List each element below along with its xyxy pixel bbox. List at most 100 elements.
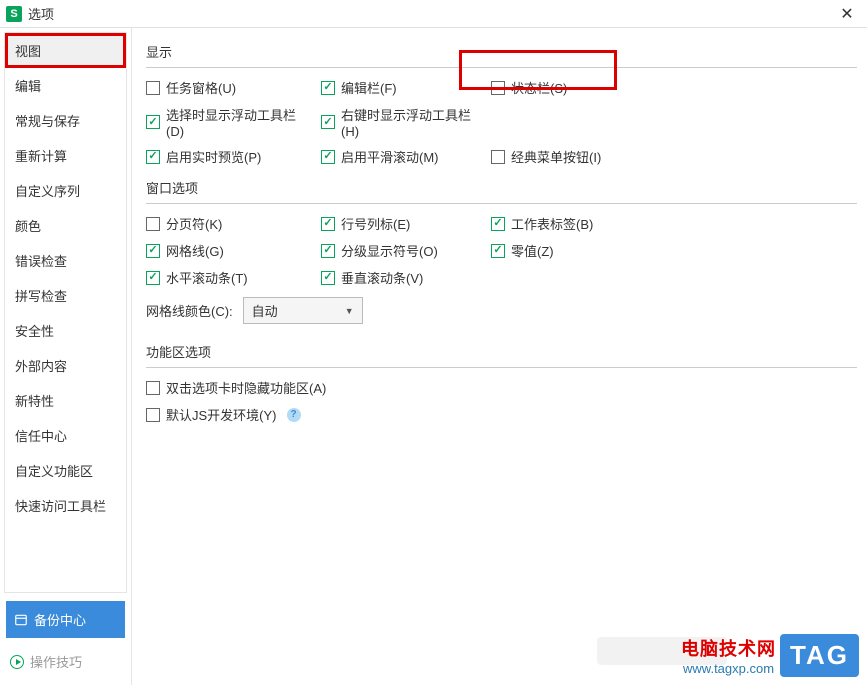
sheet-tabs-checkbox[interactable] — [491, 217, 505, 231]
row-col-headers-checkbox[interactable] — [321, 217, 335, 231]
live-preview-checkbox[interactable] — [146, 150, 160, 164]
outline-symbols-option: 分级显示符号(O) — [321, 241, 481, 260]
classic-menu-label: 经典菜单按钮(I) — [511, 147, 601, 166]
hide-ribbon-option: 双击选项卡时隐藏功能区(A) — [146, 378, 326, 397]
close-icon[interactable]: ✕ — [833, 0, 861, 28]
help-icon[interactable]: ? — [287, 408, 301, 422]
sheet-tabs-option: 工作表标签(B) — [491, 214, 641, 233]
js-dev-option: 默认JS开发环境(Y) ? — [146, 405, 301, 424]
watermark-url: www.tagxp.com — [681, 661, 776, 676]
float-toolbar-rclick-checkbox[interactable] — [321, 115, 335, 129]
grid-color-row: 网格线颜色(C): 自动 ▼ — [146, 297, 857, 324]
live-preview-label: 启用实时预览(P) — [166, 147, 261, 166]
status-bar-option: 状态栏(S) — [491, 78, 641, 97]
float-toolbar-select-checkbox[interactable] — [146, 115, 160, 129]
section-window-title: 窗口选项 — [146, 174, 857, 204]
display-row-3: 启用实时预览(P) 启用平滑滚动(M) 经典菜单按钮(I) — [146, 147, 857, 166]
gridlines-option: 网格线(G) — [146, 241, 311, 260]
outline-symbols-checkbox[interactable] — [321, 244, 335, 258]
row-col-headers-label: 行号列标(E) — [341, 214, 410, 233]
grid-color-value: 自动 — [252, 301, 278, 320]
outline-symbols-label: 分级显示符号(O) — [341, 241, 438, 260]
sidebar-item-error-check[interactable]: 错误检查 — [5, 243, 126, 278]
sidebar-item-recalc[interactable]: 重新计算 — [5, 138, 126, 173]
tips-link[interactable]: 操作技巧 — [4, 646, 127, 681]
sidebar-item-general-save[interactable]: 常规与保存 — [5, 103, 126, 138]
row-col-headers-option: 行号列标(E) — [321, 214, 481, 233]
page-break-option: 分页符(K) — [146, 214, 311, 233]
sidebar-item-custom-series[interactable]: 自定义序列 — [5, 173, 126, 208]
hide-ribbon-label: 双击选项卡时隐藏功能区(A) — [166, 378, 326, 397]
window-row-1: 分页符(K) 行号列标(E) 工作表标签(B) — [146, 214, 857, 233]
float-toolbar-select-option: 选择时显示浮动工具栏(D) — [146, 105, 311, 139]
watermark-tag: TAG — [780, 634, 859, 677]
sidebar-item-external[interactable]: 外部内容 — [5, 348, 126, 383]
content-panel: 显示 任务窗格(U) 编辑栏(F) 状态栏(S) 选择时显示浮动工具栏(D) — [132, 28, 867, 685]
smooth-scroll-option: 启用平滑滚动(M) — [321, 147, 481, 166]
float-toolbar-select-label: 选择时显示浮动工具栏(D) — [166, 105, 311, 139]
hscroll-option: 水平滚动条(T) — [146, 268, 311, 287]
sidebar-item-custom-ribbon[interactable]: 自定义功能区 — [5, 453, 126, 488]
float-toolbar-rclick-label: 右键时显示浮动工具栏(H) — [341, 105, 481, 139]
window-row-2: 网格线(G) 分级显示符号(O) 零值(Z) — [146, 241, 857, 260]
vscroll-label: 垂直滚动条(V) — [341, 268, 423, 287]
sidebar-item-spell-check[interactable]: 拼写检查 — [5, 278, 126, 313]
sidebar-item-quick-access[interactable]: 快速访问工具栏 — [5, 488, 126, 523]
sidebar-item-color[interactable]: 颜色 — [5, 208, 126, 243]
smooth-scroll-checkbox[interactable] — [321, 150, 335, 164]
gridlines-label: 网格线(G) — [166, 241, 224, 260]
watermark: 电脑技术网 www.tagxp.com TAG — [681, 634, 859, 677]
task-pane-label: 任务窗格(U) — [166, 78, 236, 97]
smooth-scroll-label: 启用平滑滚动(M) — [341, 147, 439, 166]
display-row-2: 选择时显示浮动工具栏(D) 右键时显示浮动工具栏(H) — [146, 105, 857, 139]
sidebar-item-security[interactable]: 安全性 — [5, 313, 126, 348]
main: 视图 编辑 常规与保存 重新计算 自定义序列 颜色 错误检查 拼写检查 安全性 … — [0, 28, 867, 685]
window-row-3: 水平滚动条(T) 垂直滚动条(V) — [146, 268, 857, 287]
gridlines-checkbox[interactable] — [146, 244, 160, 258]
sheet-tabs-label: 工作表标签(B) — [511, 214, 593, 233]
sidebar-item-view[interactable]: 视图 — [5, 33, 126, 68]
status-bar-checkbox[interactable] — [491, 81, 505, 95]
page-break-label: 分页符(K) — [166, 214, 222, 233]
backup-icon — [14, 613, 28, 627]
grid-color-dropdown[interactable]: 自动 ▼ — [243, 297, 363, 324]
tips-label: 操作技巧 — [30, 652, 82, 671]
zero-values-option: 零值(Z) — [491, 241, 641, 260]
section-display-title: 显示 — [146, 38, 857, 68]
js-dev-label: 默认JS开发环境(Y) — [166, 405, 277, 424]
chevron-down-icon: ▼ — [345, 306, 354, 316]
zero-values-label: 零值(Z) — [511, 241, 554, 260]
vscroll-checkbox[interactable] — [321, 271, 335, 285]
sidebar-item-new-features[interactable]: 新特性 — [5, 383, 126, 418]
zero-values-checkbox[interactable] — [491, 244, 505, 258]
formula-bar-label: 编辑栏(F) — [341, 78, 397, 97]
sidebar: 视图 编辑 常规与保存 重新计算 自定义序列 颜色 错误检查 拼写检查 安全性 … — [0, 28, 132, 685]
hide-ribbon-checkbox[interactable] — [146, 381, 160, 395]
task-pane-checkbox[interactable] — [146, 81, 160, 95]
window-title: 选项 — [28, 4, 833, 23]
sidebar-item-edit[interactable]: 编辑 — [5, 68, 126, 103]
js-dev-checkbox[interactable] — [146, 408, 160, 422]
titlebar: S 选项 ✕ — [0, 0, 867, 28]
task-pane-option: 任务窗格(U) — [146, 78, 311, 97]
ribbon-row-1: 双击选项卡时隐藏功能区(A) — [146, 378, 857, 397]
watermark-text: 电脑技术网 www.tagxp.com — [681, 635, 776, 676]
display-row-1: 任务窗格(U) 编辑栏(F) 状态栏(S) — [146, 78, 857, 97]
play-icon — [10, 655, 24, 669]
backup-label: 备份中心 — [34, 610, 86, 629]
live-preview-option: 启用实时预览(P) — [146, 147, 311, 166]
float-toolbar-rclick-option: 右键时显示浮动工具栏(H) — [321, 105, 481, 139]
formula-bar-option: 编辑栏(F) — [321, 78, 481, 97]
formula-bar-checkbox[interactable] — [321, 81, 335, 95]
classic-menu-checkbox[interactable] — [491, 150, 505, 164]
section-ribbon-title: 功能区选项 — [146, 338, 857, 368]
sidebar-nav: 视图 编辑 常规与保存 重新计算 自定义序列 颜色 错误检查 拼写检查 安全性 … — [4, 32, 127, 593]
sidebar-item-trust[interactable]: 信任中心 — [5, 418, 126, 453]
page-break-checkbox[interactable] — [146, 217, 160, 231]
vscroll-option: 垂直滚动条(V) — [321, 268, 481, 287]
status-bar-label: 状态栏(S) — [511, 78, 567, 97]
backup-center-button[interactable]: 备份中心 — [6, 601, 125, 638]
hscroll-checkbox[interactable] — [146, 271, 160, 285]
hscroll-label: 水平滚动条(T) — [166, 268, 248, 287]
ribbon-row-2: 默认JS开发环境(Y) ? — [146, 405, 857, 424]
